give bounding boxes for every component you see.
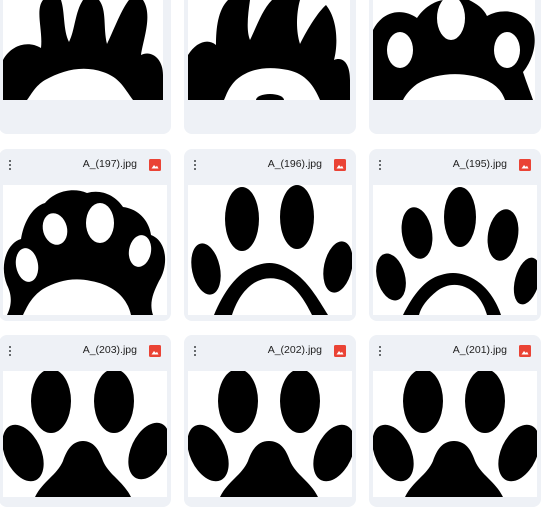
file-card[interactable] bbox=[0, 0, 171, 134]
file-name: A_(201).jpg bbox=[452, 344, 507, 356]
file-name: A_(196).jpg bbox=[267, 158, 322, 170]
card-header: A_(201).jpg bbox=[369, 335, 541, 368]
image-file-icon bbox=[519, 345, 531, 357]
paw-thumbnail bbox=[373, 0, 535, 100]
file-card[interactable] bbox=[369, 0, 541, 134]
card-header: A_(196).jpg bbox=[184, 149, 356, 182]
card-header: A_(195).jpg bbox=[369, 149, 541, 182]
image-file-icon bbox=[334, 345, 346, 357]
image-file-icon bbox=[149, 345, 161, 357]
file-name: A_(203).jpg bbox=[82, 344, 137, 356]
more-vert-icon[interactable] bbox=[190, 344, 200, 358]
more-vert-icon[interactable] bbox=[5, 344, 15, 358]
file-card[interactable]: A_(203).jpg bbox=[0, 335, 171, 507]
file-card[interactable]: A_(202).jpg bbox=[184, 335, 356, 507]
paw-thumbnail bbox=[188, 0, 350, 100]
paw-thumbnail bbox=[188, 371, 352, 497]
paw-thumbnail bbox=[3, 0, 163, 100]
image-file-icon bbox=[334, 159, 346, 171]
file-name: A_(197).jpg bbox=[82, 158, 137, 170]
image-file-icon bbox=[519, 159, 531, 171]
paw-thumbnail bbox=[3, 371, 167, 497]
paw-thumbnail bbox=[188, 185, 352, 315]
file-card[interactable]: A_(201).jpg bbox=[369, 335, 541, 507]
image-file-icon bbox=[149, 159, 161, 171]
card-header: A_(197).jpg bbox=[0, 149, 171, 182]
more-vert-icon[interactable] bbox=[375, 158, 385, 172]
paw-thumbnail bbox=[373, 185, 537, 315]
more-vert-icon[interactable] bbox=[5, 158, 15, 172]
card-header: A_(202).jpg bbox=[184, 335, 356, 368]
file-name: A_(202).jpg bbox=[267, 344, 322, 356]
more-vert-icon[interactable] bbox=[375, 344, 385, 358]
more-vert-icon[interactable] bbox=[190, 158, 200, 172]
file-name: A_(195).jpg bbox=[452, 158, 507, 170]
file-card[interactable]: A_(197).jpg bbox=[0, 149, 171, 321]
paw-thumbnail bbox=[3, 185, 167, 315]
file-card[interactable]: A_(196).jpg bbox=[184, 149, 356, 321]
file-card[interactable] bbox=[184, 0, 356, 134]
card-header: A_(203).jpg bbox=[0, 335, 171, 368]
paw-thumbnail bbox=[373, 371, 537, 497]
file-card[interactable]: A_(195).jpg bbox=[369, 149, 541, 321]
